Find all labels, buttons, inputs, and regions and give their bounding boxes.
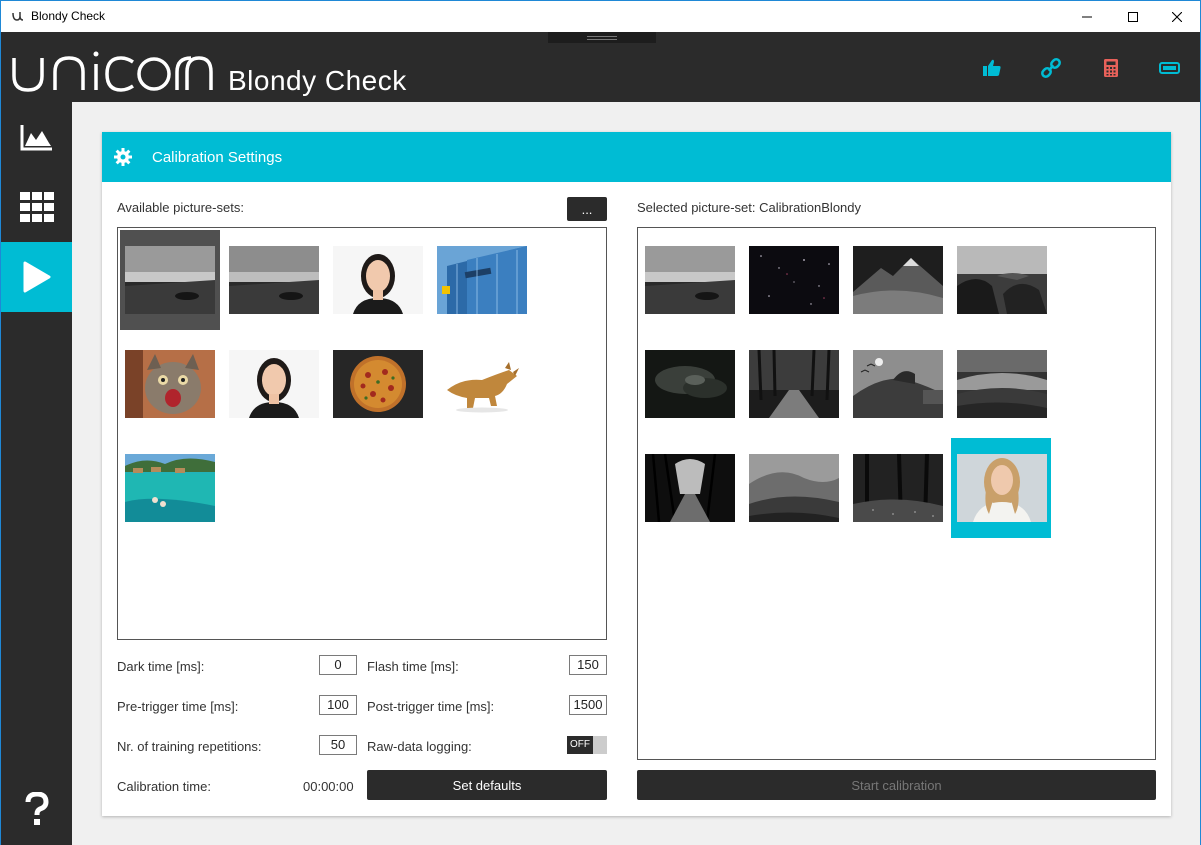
app-header: Blondy Check xyxy=(1,32,1200,102)
drag-handle[interactable] xyxy=(548,32,656,43)
toggle-state: OFF xyxy=(567,736,593,754)
post-trigger-time-input[interactable]: 1500 xyxy=(569,695,607,715)
thumb-forest-path-bw[interactable] xyxy=(749,350,839,418)
thumb-night-sky[interactable] xyxy=(749,246,839,314)
sidebar xyxy=(1,102,72,845)
play-icon xyxy=(23,261,50,293)
thumb-cat[interactable] xyxy=(125,350,215,418)
app-logo-icon xyxy=(12,12,24,21)
link-icon[interactable] xyxy=(1040,58,1062,78)
thumb-valley-bw[interactable] xyxy=(749,454,839,522)
card-header: Calibration Settings xyxy=(102,132,1171,182)
pre-trigger-time-input[interactable]: 100 xyxy=(319,695,357,715)
dark-time-input[interactable]: 0 xyxy=(319,655,357,675)
thumb-hillside-moon-bw[interactable] xyxy=(853,350,943,418)
thumb-woman-portrait-2[interactable] xyxy=(229,350,319,418)
chart-icon xyxy=(20,125,52,151)
available-picture-sets-gallery[interactable] xyxy=(117,227,607,640)
thumb-beach-boat-bw-2[interactable] xyxy=(229,246,319,314)
app-window: Blondy Check Blondy Check Calibration Se… xyxy=(0,0,1201,845)
maximize-icon xyxy=(1128,11,1138,22)
flash-time-input[interactable]: 150 xyxy=(569,655,607,675)
minimize-button[interactable] xyxy=(1064,1,1110,32)
calibration-time-value: 00:00:00 xyxy=(303,779,354,794)
thumb-beach-boat-bw[interactable] xyxy=(125,246,215,314)
app-name: Blondy Check xyxy=(228,65,407,96)
selected-picture-set-label: Selected picture-set: CalibrationBlondy xyxy=(637,200,862,215)
title-bar: Blondy Check xyxy=(1,1,1200,32)
set-defaults-button[interactable]: Set defaults xyxy=(367,770,607,800)
thumb-pizza[interactable] xyxy=(333,350,423,418)
selected-picture-set-gallery[interactable] xyxy=(637,227,1156,760)
maximize-button[interactable] xyxy=(1110,1,1156,32)
main-content: Calibration Settings Available picture-s… xyxy=(72,102,1200,845)
thumbs-up-icon[interactable] xyxy=(981,58,1003,78)
close-button[interactable] xyxy=(1154,1,1200,32)
thumb-dark-clouds[interactable] xyxy=(645,350,735,418)
sidebar-item-grid[interactable] xyxy=(1,172,72,242)
thumb-woman-portrait[interactable] xyxy=(333,246,423,314)
dark-time-label: Dark time [ms]: xyxy=(117,659,205,674)
grid-icon xyxy=(19,192,54,222)
raw-data-logging-toggle[interactable]: OFF xyxy=(567,736,607,754)
battery-icon[interactable] xyxy=(1159,58,1181,78)
window-title: Blondy Check xyxy=(31,9,106,23)
thumb-mountains-bw[interactable] xyxy=(853,246,943,314)
calibration-time-label: Calibration time: xyxy=(117,779,211,794)
training-repetitions-label: Nr. of training repetitions: xyxy=(117,739,262,754)
sidebar-item-play[interactable] xyxy=(1,242,72,312)
thumb-beach-boat-bw[interactable] xyxy=(645,246,735,314)
flash-time-label: Flash time [ms]: xyxy=(367,659,459,674)
help-icon xyxy=(25,792,49,825)
thumb-dinosaur-toy[interactable] xyxy=(437,350,527,418)
thumb-dark-woods[interactable] xyxy=(853,454,943,522)
unicorn-logo-graphic xyxy=(12,51,213,92)
post-trigger-time-label: Post-trigger time [ms]: xyxy=(367,699,495,714)
sidebar-item-signal-chart[interactable] xyxy=(1,102,72,172)
available-picture-sets-label: Available picture-sets: xyxy=(117,200,244,215)
close-icon xyxy=(1172,11,1182,22)
gear-icon xyxy=(114,148,132,166)
thumb-blonde-woman[interactable] xyxy=(957,454,1047,522)
unicorn-logo xyxy=(11,50,216,99)
thumb-tropical-lagoon[interactable] xyxy=(125,454,215,522)
pre-trigger-time-label: Pre-trigger time [ms]: xyxy=(117,699,239,714)
calculator-icon[interactable] xyxy=(1100,58,1122,78)
browse-button[interactable]: ... xyxy=(567,197,607,221)
card-title: Calibration Settings xyxy=(152,149,283,166)
start-calibration-button[interactable]: Start calibration xyxy=(637,770,1156,800)
training-repetitions-input[interactable]: 50 xyxy=(319,735,357,755)
thumb-office-building[interactable] xyxy=(437,246,527,314)
thumb-dark-forest-path[interactable] xyxy=(645,454,735,522)
calibration-settings-card: Calibration Settings Available picture-s… xyxy=(102,132,1171,816)
thumb-misty-hills-bw[interactable] xyxy=(957,350,1047,418)
sidebar-item-help[interactable] xyxy=(1,774,72,844)
raw-data-logging-label: Raw-data logging: xyxy=(367,739,472,754)
minimize-icon xyxy=(1082,16,1092,17)
thumb-rocky-coast-bw[interactable] xyxy=(957,246,1047,314)
